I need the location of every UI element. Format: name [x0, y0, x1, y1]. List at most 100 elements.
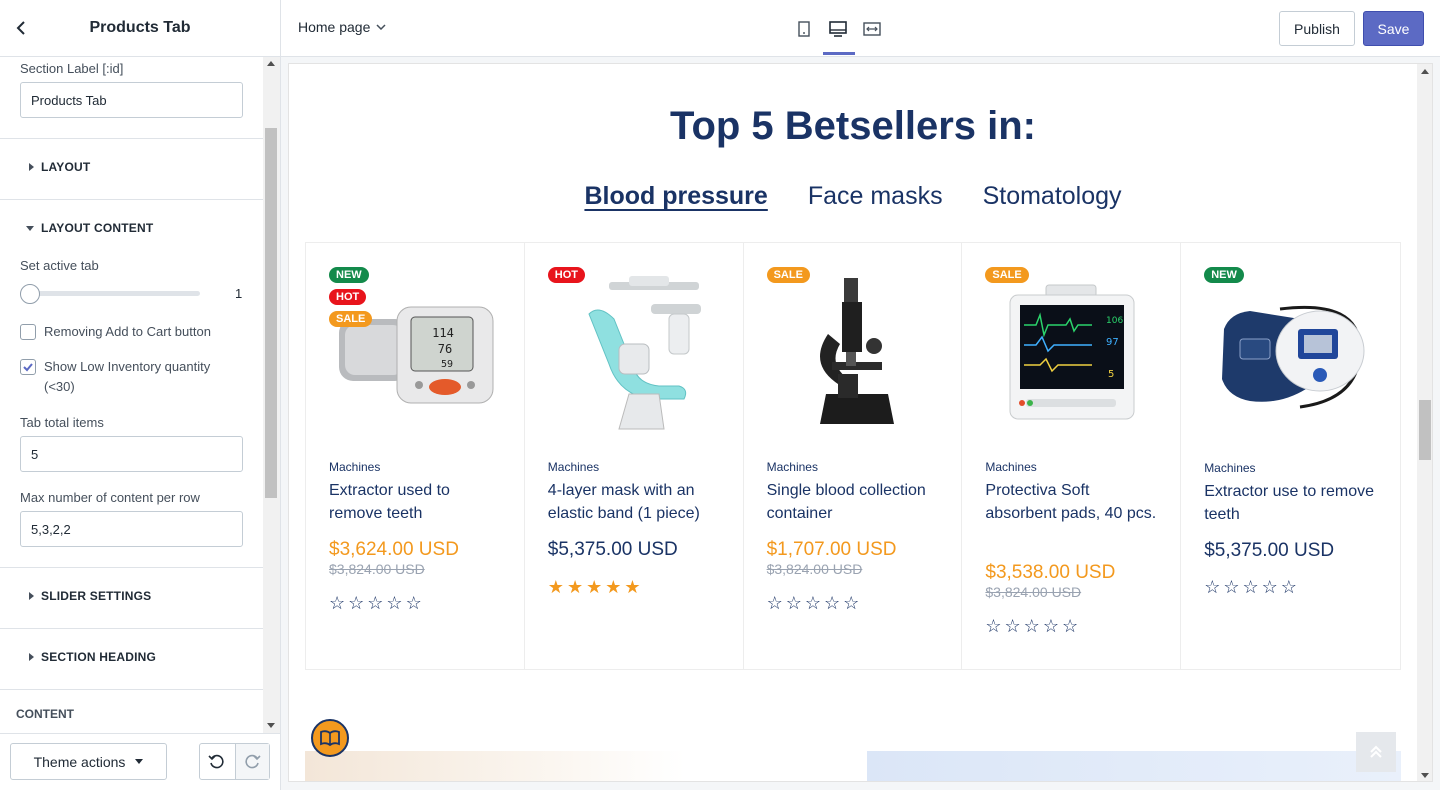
product-card[interactable]: NEW Machines Extractor use to remove tee…	[1181, 243, 1400, 669]
product-title[interactable]: Extractor use to remove teeth	[1204, 480, 1379, 526]
product-card[interactable]: SALE 106 97 5 Machines Protectiva Soft a…	[962, 243, 1182, 669]
product-vendor: Machines	[329, 460, 381, 474]
product-vendor: Machines	[766, 460, 818, 474]
star-outline-icon: ☆	[1242, 577, 1259, 597]
star-outline-icon: ☆	[1042, 616, 1059, 636]
section-layout[interactable]: LAYOUT	[0, 152, 263, 182]
promo-banner-right[interactable]	[867, 751, 1401, 781]
rating-stars: ★ ★ ★ ★ ★	[548, 577, 641, 598]
sidebar-scroll-area[interactable]: Section Label [:id] Products Tab LAYOUT …	[0, 57, 263, 733]
tab-total-input[interactable]: 5	[20, 436, 243, 472]
active-tab-value: 1	[235, 286, 243, 301]
section-layout-label: LAYOUT	[41, 160, 91, 174]
preview-scrollbar[interactable]	[1417, 64, 1432, 781]
sale-badge: SALE	[766, 267, 810, 283]
scroll-down-icon[interactable]	[267, 723, 275, 728]
active-tab-slider-handle[interactable]	[20, 284, 40, 304]
active-tab-slider-track[interactable]	[20, 291, 200, 296]
section-section-heading[interactable]: SECTION HEADING	[0, 642, 263, 672]
rating-stars: ☆ ☆ ☆ ☆ ☆	[1204, 577, 1297, 598]
redo-icon	[245, 754, 261, 768]
star-outline-icon: ☆	[386, 593, 403, 613]
undo-button[interactable]	[200, 744, 235, 779]
max-per-row-input[interactable]: 5,3,2,2	[20, 511, 243, 547]
product-title[interactable]: Single blood collection container	[767, 479, 942, 525]
theme-actions-label: Theme actions	[33, 753, 126, 770]
back-icon[interactable]	[10, 16, 32, 40]
section-label-label: Section Label [:id]	[20, 61, 124, 76]
double-chevron-up-icon	[1370, 745, 1382, 758]
microscope-image[interactable]	[768, 271, 938, 436]
svg-text:97: 97	[1106, 337, 1119, 348]
publish-button[interactable]: Publish	[1279, 11, 1355, 46]
hot-badge: HOT	[547, 267, 586, 283]
divider	[0, 567, 263, 568]
save-button[interactable]: Save	[1363, 11, 1424, 46]
remove-cart-checkbox[interactable]	[20, 324, 36, 340]
star-outline-icon: ☆	[1204, 577, 1221, 597]
product-compare-price: $3,824.00 USD	[985, 584, 1082, 600]
sidebar-title: Products Tab	[89, 19, 191, 36]
theme-actions-button[interactable]: Theme actions	[10, 743, 167, 780]
section-label-input[interactable]: Products Tab	[20, 82, 243, 118]
undo-redo-group	[199, 743, 270, 780]
sidebar-footer: Theme actions	[0, 733, 280, 790]
product-card[interactable]: HOT Machines 4-layer mask with an elasti…	[525, 243, 744, 669]
page-selector[interactable]: Home page	[298, 19, 386, 35]
product-price: $5,375.00 USD	[1204, 540, 1335, 561]
product-price: $3,624.00 USD	[329, 539, 459, 560]
product-title[interactable]: Extractor used to remove teeth	[329, 479, 504, 525]
sidebar-header: Products Tab	[0, 0, 280, 57]
checkmark-icon	[23, 363, 33, 372]
caret-down-icon	[26, 225, 34, 231]
divider	[0, 199, 263, 200]
product-card[interactable]: NEW HOT SALE 114 76 59 Machines Extracto…	[306, 243, 525, 669]
star-outline-icon: ☆	[985, 616, 1002, 636]
scroll-up-icon[interactable]	[267, 61, 275, 66]
fullwidth-icon	[863, 21, 881, 36]
fullwidth-view-button[interactable]	[855, 0, 889, 57]
tab-blood-pressure[interactable]: Blood pressure	[584, 182, 767, 211]
divider	[0, 138, 263, 139]
product-price: $5,375.00 USD	[547, 539, 678, 560]
scroll-up-icon[interactable]	[1421, 69, 1429, 74]
editor-topbar: Home page Publish Save	[281, 0, 1440, 57]
patient-monitor-image[interactable]: 106 97 5	[986, 271, 1156, 436]
scrollbar-thumb[interactable]	[265, 128, 277, 498]
product-compare-price: $3,824.00 USD	[329, 561, 425, 577]
store-preview[interactable]: Top 5 Betsellers in: Blood pressure Face…	[288, 63, 1433, 782]
product-title[interactable]: Protectiva Soft absorbent pads, 40 pcs.	[985, 479, 1160, 525]
divider	[0, 689, 263, 690]
new-badge: NEW	[1204, 267, 1244, 283]
rating-stars: ☆ ☆ ☆ ☆ ☆	[767, 593, 860, 614]
badge-group: HOT	[547, 267, 586, 283]
book-button[interactable]	[311, 719, 349, 757]
dental-chair-image[interactable]	[549, 271, 719, 436]
content-heading: CONTENT	[16, 707, 74, 721]
tab-stomatology[interactable]: Stomatology	[983, 182, 1122, 211]
low-inventory-checkbox[interactable]	[20, 359, 36, 375]
product-title[interactable]: 4-layer mask with an elastic band (1 pie…	[548, 479, 723, 525]
scroll-down-icon[interactable]	[1421, 773, 1429, 778]
desktop-view-button[interactable]	[821, 0, 855, 57]
product-card[interactable]: SALE Machines Single blood collection co…	[744, 243, 963, 669]
star-outline-icon: ☆	[348, 593, 365, 613]
redo-button[interactable]	[234, 744, 269, 779]
section-slider-settings[interactable]: SLIDER SETTINGS	[0, 581, 263, 611]
star-filled-icon: ★	[547, 577, 564, 597]
badge-group: NEW	[1204, 267, 1244, 283]
section-layout-content-label: LAYOUT CONTENT	[41, 221, 154, 235]
page-selector-label: Home page	[298, 19, 371, 35]
section-layout-content[interactable]: LAYOUT CONTENT	[0, 213, 263, 243]
sidebar-scrollbar[interactable]	[263, 57, 280, 733]
tab-face-masks[interactable]: Face masks	[808, 182, 943, 211]
back-to-top-button[interactable]	[1356, 732, 1396, 772]
badge-group: SALE	[766, 267, 810, 283]
caret-down-icon	[135, 759, 144, 764]
promo-banner-left[interactable]	[305, 751, 848, 781]
star-outline-icon: ☆	[766, 593, 783, 613]
mobile-view-button[interactable]	[787, 0, 821, 57]
scrollbar-thumb[interactable]	[1419, 400, 1431, 460]
bp-cuff-monitor-image[interactable]	[1205, 271, 1375, 436]
svg-text:76: 76	[438, 342, 452, 356]
